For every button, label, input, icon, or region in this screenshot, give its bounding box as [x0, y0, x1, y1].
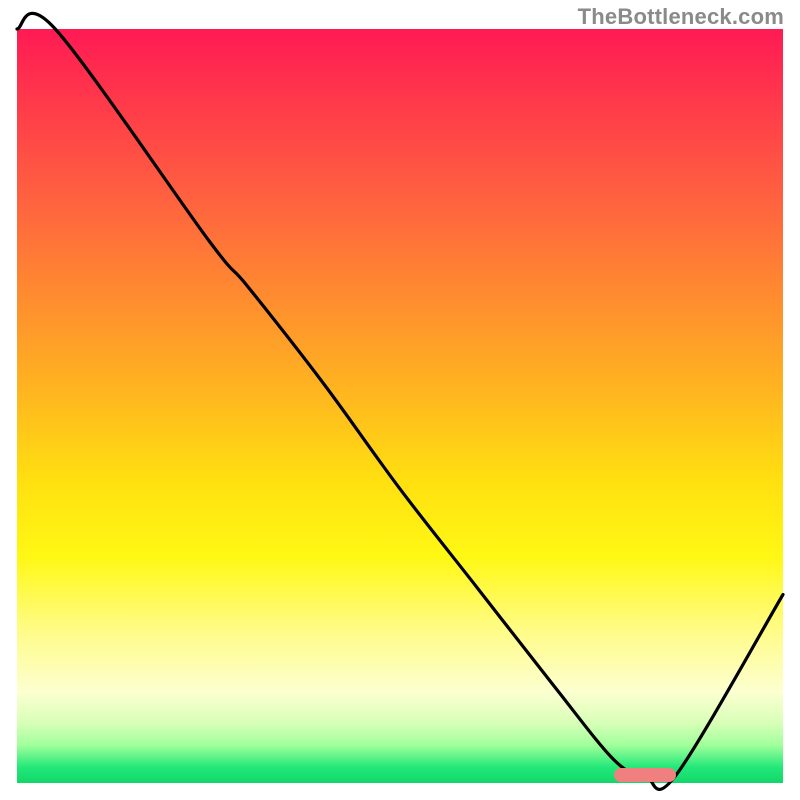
bottleneck-curve — [17, 13, 783, 789]
chart-container: TheBottleneck.com — [0, 0, 800, 800]
optimal-marker — [614, 768, 675, 782]
watermark-text: TheBottleneck.com — [578, 4, 784, 30]
curve-layer — [17, 29, 783, 783]
